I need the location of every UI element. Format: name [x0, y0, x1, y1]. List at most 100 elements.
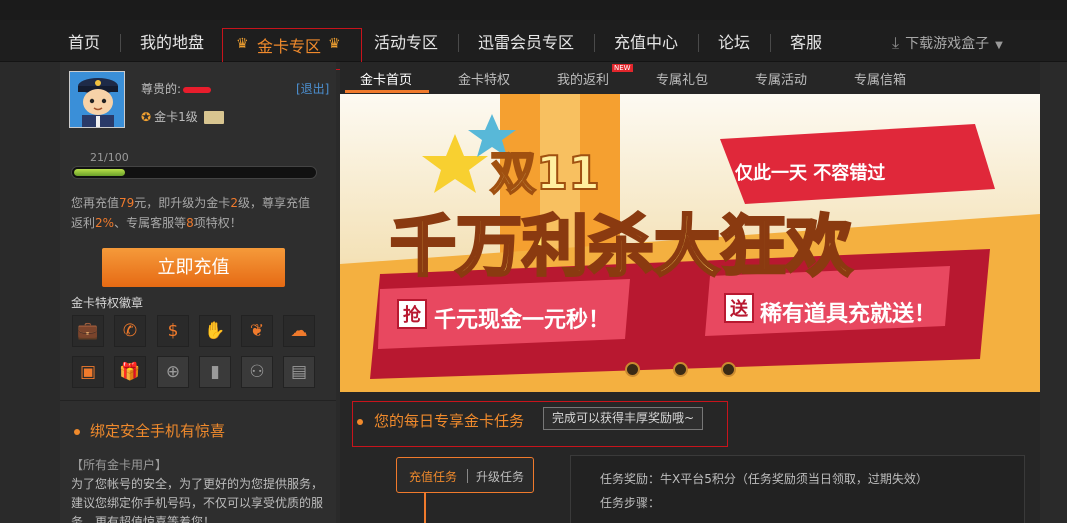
- banner-ribbon-text: 仅此一天 不容错过: [734, 162, 885, 184]
- hands-gift-icon[interactable]: ✋: [199, 315, 231, 347]
- greeting-label: 尊贵的:: [141, 82, 182, 96]
- rebate-percent: 2%: [95, 216, 115, 230]
- top-nav: 首页 我的地盘 ♛ 金卡专区 ♛ 活动专区 迅雷会员专区 充值中心 论坛 客服 …: [0, 0, 1067, 70]
- logout-link[interactable]: [退出]: [296, 80, 329, 97]
- ticket-icon[interactable]: ▤: [283, 356, 315, 388]
- monitor-icon[interactable]: ▣: [72, 356, 104, 388]
- chat-icon[interactable]: ☁: [283, 315, 315, 347]
- book-icon[interactable]: ▮: [199, 356, 231, 388]
- task-steps: 任务步骤：: [600, 496, 661, 510]
- banner-dot-1[interactable]: [625, 362, 640, 377]
- tab-divider: [467, 469, 468, 483]
- upgrade-text: 、专属客服等: [114, 216, 187, 230]
- upgrade-text: 您再充值: [71, 196, 120, 210]
- tab-upgrade-task[interactable]: 升级任务: [476, 468, 524, 485]
- bind-phone-title-text: 绑定安全手机有惊喜: [90, 422, 226, 440]
- member-level: ✪ 金卡1级: [141, 108, 224, 125]
- briefcase-icon[interactable]: 💼: [72, 315, 104, 347]
- nav-divider: [698, 34, 699, 52]
- tab-my-rebate[interactable]: 我的返利: [557, 69, 609, 88]
- top-nav-edge: [0, 0, 1067, 20]
- add-user-icon[interactable]: ⊕: [157, 356, 189, 388]
- main-content: 金卡首页 金卡特权 我的返利 NEW 专属礼包 专属活动 专属信箱 仅此一天 不…: [340, 62, 1040, 523]
- task-detail-box: 任务奖励：牛X平台5积分（任务奖励须当日领取，过期失效） 任务步骤：: [570, 455, 1025, 523]
- download-label: 下载游戏盒子: [905, 36, 990, 52]
- banner-headline-1: 双11: [490, 146, 600, 200]
- nav-home[interactable]: 首页: [68, 32, 100, 54]
- upgrade-amount: 79: [119, 196, 135, 210]
- nav-divider: [458, 34, 459, 52]
- new-badge: NEW: [612, 64, 633, 72]
- banner-left-tag: 抢: [403, 304, 422, 326]
- avatar: [69, 71, 125, 128]
- tab-recharge-task[interactable]: 充值任务: [409, 468, 457, 485]
- progress-fill: [74, 169, 125, 176]
- daily-task-title: 您的每日专享金卡任务: [374, 412, 525, 430]
- leaf-icon[interactable]: ❦: [241, 315, 273, 347]
- banner-dot-3[interactable]: [721, 362, 736, 377]
- upgrade-text: 项特权！: [193, 216, 242, 230]
- level-progress-bar: [71, 166, 317, 179]
- money-bag-icon[interactable]: $: [157, 315, 189, 347]
- gold-card-tabs: 金卡首页 金卡特权 我的返利 NEW 专属礼包 专属活动 专属信箱: [340, 62, 1040, 94]
- gift-icon[interactable]: 🎁: [114, 356, 146, 388]
- upgrade-text: 元，即升级为金卡: [134, 196, 231, 210]
- nav-divider: [770, 34, 771, 52]
- nav-my-space[interactable]: 我的地盘: [140, 32, 204, 54]
- tab-exclusive-activities[interactable]: 专属活动: [755, 69, 807, 88]
- greeting: 尊贵的:: [141, 80, 212, 97]
- nav-service[interactable]: 客服: [790, 32, 822, 54]
- upgrade-info: 您再充值79元，即升级为金卡2级，尊享充值 返利2%、专属客服等8项特权！: [71, 193, 321, 233]
- sidebar-divider: [60, 400, 336, 401]
- task-reward: 任务奖励：牛X平台5积分（任务奖励须当日领取，过期失效）: [600, 472, 928, 486]
- nav-gold-card-label: 金卡专区: [257, 37, 322, 56]
- nav-recharge-center[interactable]: 充值中心: [614, 32, 678, 54]
- phone-icon[interactable]: ✆: [114, 315, 146, 347]
- recharge-now-button[interactable]: 立即充值: [102, 248, 285, 287]
- double-eleven-banner-art: 仅此一天 不容错过 双11 千万利杀大狂欢 抢 千元现金一元秒！ 送 稀有道具充…: [340, 94, 1040, 392]
- tab-gold-card-privileges[interactable]: 金卡特权: [458, 69, 510, 88]
- level-label: 金卡1级: [154, 110, 198, 124]
- daily-task-header: 您的每日专享金卡任务 完成可以获得丰厚奖励哦~: [352, 401, 728, 447]
- daily-task-tip: 完成可以获得丰厚奖励哦~: [543, 407, 704, 430]
- promo-banner[interactable]: 仅此一天 不容错过 双11 千万利杀大狂欢 抢 千元现金一元秒！ 送 稀有道具充…: [340, 94, 1040, 392]
- nav-xunlei-member[interactable]: 迅雷会员专区: [478, 32, 574, 54]
- user-sidebar: 尊贵的: [退出] ✪ 金卡1级 21/100 您再充值79元，即升级为金卡2级，…: [60, 62, 336, 523]
- bind-phone-title[interactable]: 绑定安全手机有惊喜: [74, 420, 225, 441]
- nav-divider: [120, 34, 121, 52]
- nav-forum[interactable]: 论坛: [718, 32, 750, 54]
- crown-icon: ♛: [328, 36, 341, 52]
- banner-headline-2: 千万利杀大狂欢: [390, 208, 853, 285]
- banner-right-tag: 送: [729, 298, 749, 320]
- upgrade-level: 2: [230, 196, 238, 210]
- right-gutter: [1040, 62, 1067, 523]
- tab-exclusive-gifts[interactable]: 专属礼包: [656, 69, 708, 88]
- bullet-dot: [357, 419, 363, 425]
- badges-title: 金卡特权徽章: [71, 296, 144, 310]
- police-avatar-icon: [70, 72, 124, 127]
- bullet-dot: [74, 428, 80, 435]
- level-badge-icon: ✪: [141, 110, 152, 124]
- privilege-count: 8: [186, 216, 194, 230]
- tab-exclusive-mailbox[interactable]: 专属信箱: [854, 69, 906, 88]
- task-timeline: [424, 492, 426, 523]
- users-icon[interactable]: ⚇: [241, 356, 273, 388]
- download-icon: ⤓: [892, 33, 900, 52]
- mail-icon[interactable]: [203, 111, 224, 124]
- nav-activity-zone[interactable]: 活动专区: [374, 32, 438, 54]
- banner-dot-2[interactable]: [673, 362, 688, 377]
- upgrade-text: 级，尊享充值: [237, 196, 310, 210]
- crown-icon: ♛: [236, 36, 249, 52]
- active-tab-indicator: [345, 90, 429, 93]
- redacted-username: [183, 86, 212, 93]
- banner-right-text: 稀有道具充就送！: [760, 301, 936, 327]
- task-type-tabs: 充值任务 升级任务: [396, 457, 534, 493]
- bind-phone-description: 为了您帐号的安全，为了更好的为您提供服务，建议您绑定你手机号码，不仅可以享受优质…: [71, 477, 324, 523]
- banner-left-text: 千元现金一元秒！: [434, 307, 610, 333]
- upgrade-text: 返利: [71, 216, 96, 230]
- chevron-down-icon: ▼: [995, 40, 1003, 51]
- progress-text: 21/100: [90, 151, 129, 164]
- tab-gold-card-home[interactable]: 金卡首页: [360, 69, 412, 88]
- download-game-box[interactable]: ⤓ 下载游戏盒子 ▼: [892, 33, 1003, 53]
- nav-divider: [594, 34, 595, 52]
